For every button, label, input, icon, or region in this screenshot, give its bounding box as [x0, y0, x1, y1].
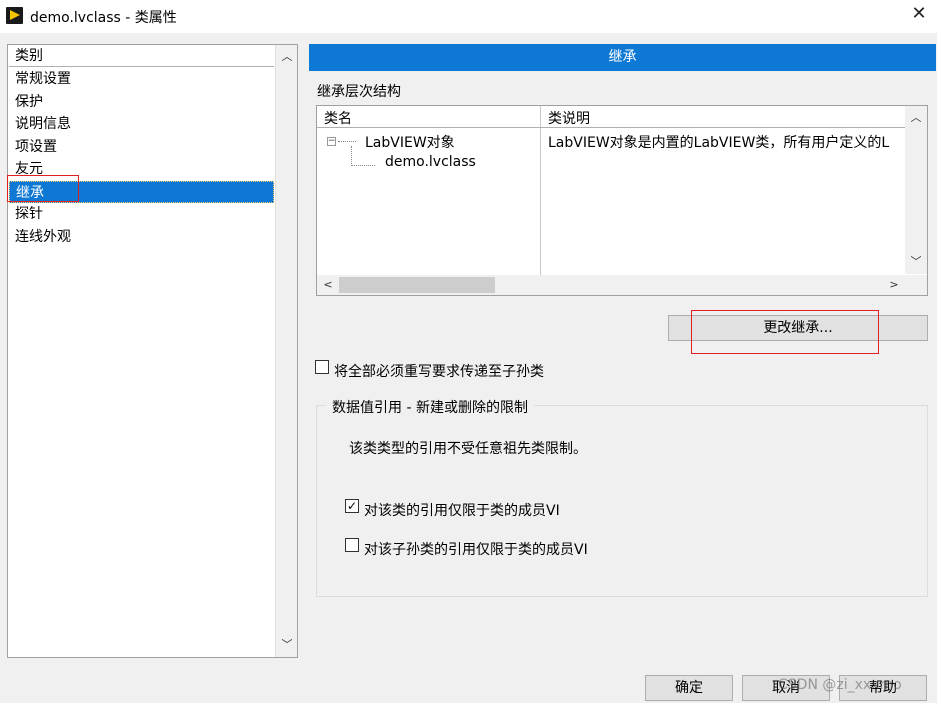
category-item-wire-appearance[interactable]: 连线外观 — [9, 226, 274, 249]
tree-connector — [338, 141, 356, 142]
hscroll-thumb[interactable] — [339, 277, 495, 293]
category-header: 类别 — [9, 46, 274, 67]
hierarchy-tree-table[interactable]: 类名 类说明 − LabVIEW对象 demo.lvclass LabVIEW对… — [316, 105, 928, 296]
scroll-down-icon[interactable]: ﹀ — [905, 252, 927, 272]
tree-row-demo-class[interactable]: demo.lvclass — [385, 154, 476, 170]
propagate-override-label: 将全部必须重写要求传递至子孙类 — [334, 364, 544, 380]
annotation-highlight-change-inheritance — [691, 310, 879, 354]
scroll-up-icon[interactable]: ︿ — [905, 108, 927, 128]
tree-table-header: 类名 类说明 — [317, 106, 906, 128]
scroll-down-icon[interactable]: ﹀ — [276, 635, 298, 655]
scroll-up-icon[interactable]: ︿ — [276, 47, 298, 67]
restrict-class-refs-label: 对该类的引用仅限于类的成员VI — [364, 503, 560, 519]
category-scrollbar[interactable]: ︿ ﹀ — [275, 45, 297, 657]
restriction-note: 该类类型的引用不受任意祖先类限制。 — [349, 441, 587, 457]
tree-row-labview-object[interactable]: LabVIEW对象 — [365, 132, 455, 152]
ok-button[interactable]: 确定 — [645, 675, 733, 701]
restrict-class-refs-checkbox[interactable]: ✓ — [345, 499, 359, 513]
row-description-labview-object: LabVIEW对象是内置的LabVIEW类，所有用户定义的L — [548, 135, 890, 151]
restrict-descendant-refs-checkbox[interactable] — [345, 538, 359, 552]
tree-table-vscrollbar[interactable]: ︿ ﹀ — [905, 106, 927, 274]
collapse-icon[interactable]: − — [327, 137, 336, 146]
tree-connector — [351, 146, 352, 166]
category-list[interactable]: 类别 常规设置 保护 说明信息 项设置 友元 继承 探针 连线外观 ︿ ﹀ — [7, 44, 298, 658]
restrict-descendant-refs-label: 对该子孙类的引用仅限于类的成员VI — [364, 542, 588, 558]
tree-connector — [351, 165, 375, 166]
annotation-highlight-inheritance — [7, 175, 79, 202]
scroll-left-icon[interactable]: < — [317, 275, 339, 295]
column-header-class-name[interactable]: 类名 — [324, 108, 352, 128]
scroll-right-icon[interactable]: > — [883, 275, 905, 295]
category-item-documentation[interactable]: 说明信息 — [9, 113, 274, 136]
propagate-override-checkbox[interactable] — [315, 360, 329, 374]
category-item-protection[interactable]: 保护 — [9, 91, 274, 114]
close-icon[interactable]: ✕ — [909, 4, 929, 24]
watermark: CSDN @zi_xxxmo — [778, 677, 902, 693]
title-bar: demo.lvclass - 类属性 ✕ — [0, 0, 937, 33]
tree-table-hscrollbar[interactable]: < > — [317, 275, 927, 295]
category-item-item-settings[interactable]: 项设置 — [9, 136, 274, 159]
section-title: 继承 — [309, 44, 936, 71]
group-title: 数据值引用 - 新建或删除的限制 — [326, 397, 534, 417]
category-item-general[interactable]: 常规设置 — [9, 68, 274, 91]
column-header-class-description[interactable]: 类说明 — [548, 108, 590, 128]
category-item-probes[interactable]: 探针 — [9, 203, 274, 226]
labview-app-icon — [6, 7, 23, 24]
hierarchy-label: 继承层次结构 — [317, 84, 401, 100]
window-title: demo.lvclass - 类属性 — [30, 10, 177, 26]
